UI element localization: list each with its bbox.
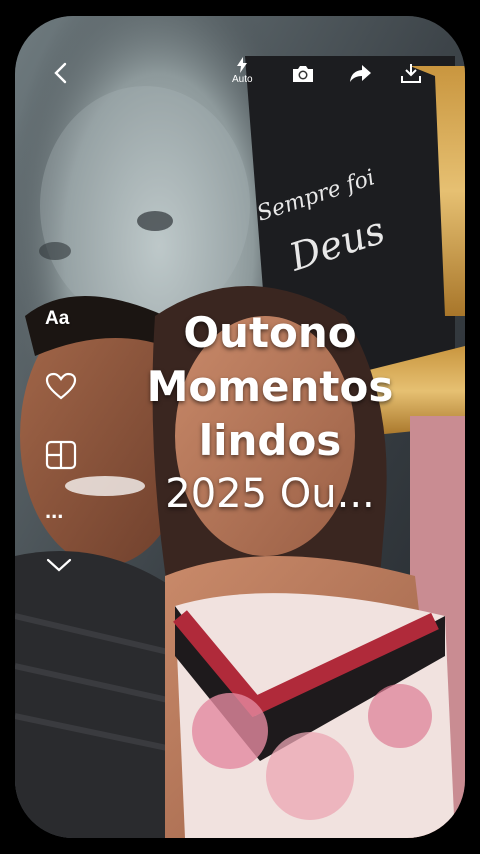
camera-icon — [293, 66, 313, 82]
download-button[interactable] — [400, 62, 422, 84]
caption-line-2: Momentos — [146, 362, 394, 411]
caption-line-1: Outono — [183, 308, 357, 357]
download-icon — [401, 64, 421, 83]
text-tool-label: Aa — [45, 308, 70, 329]
text-tool-button[interactable]: Aa — [45, 308, 69, 330]
story-frame: Sempre foi Deus Auto Aa ... Outono Momen… — [15, 16, 465, 838]
camera-button[interactable] — [291, 64, 315, 84]
layout-button[interactable] — [45, 440, 77, 475]
caption-line-4: 2025 Ou... — [165, 471, 375, 517]
chevron-down-icon — [46, 558, 72, 572]
top-toolbar: Auto — [15, 16, 465, 88]
share-icon — [350, 65, 371, 82]
flash-icon — [237, 57, 248, 73]
more-label: ... — [45, 498, 64, 523]
caption-line-3: lindos — [198, 416, 342, 465]
back-button[interactable] — [52, 62, 70, 84]
expand-button[interactable] — [45, 556, 73, 579]
layout-grid-icon — [45, 440, 77, 470]
chevron-left-icon — [54, 62, 67, 84]
heart-icon — [45, 372, 77, 400]
flash-button[interactable]: Auto — [232, 57, 253, 85]
more-button[interactable]: ... — [45, 498, 63, 524]
flash-label: Auto — [232, 74, 253, 85]
like-button[interactable] — [45, 372, 77, 405]
share-button[interactable] — [349, 65, 371, 83]
story-caption: Outono Momentos lindos 2025 Ou... — [95, 306, 445, 520]
